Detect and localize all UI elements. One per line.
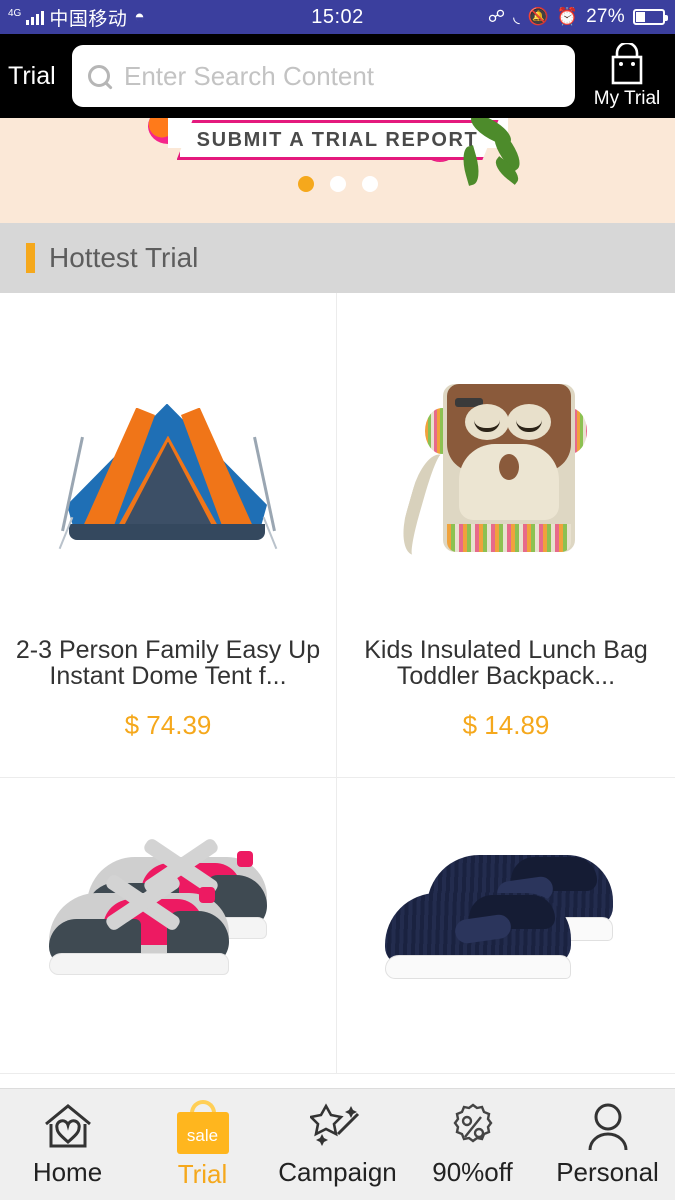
section-header-hottest-trial: Hottest Trial	[0, 223, 675, 293]
battery-icon	[633, 9, 668, 25]
section-title: Hottest Trial	[49, 242, 199, 273]
signal-bars-icon	[26, 9, 45, 25]
navy-slip-on-shoes-photo	[381, 851, 631, 1001]
sale-bag-icon-text: sale	[186, 1125, 219, 1145]
product-card-gray-pink-shoes[interactable]	[0, 778, 337, 1074]
status-bar: 4G 中国移动 ◓ 15:02 ☍ ◟ 🔕 ⏰ 27%	[0, 0, 675, 34]
tab-label: Personal	[556, 1156, 659, 1187]
carrier-label: 中国移动	[49, 8, 128, 30]
product-price: $ 74.39	[124, 710, 212, 740]
bluetooth-icon: ☍	[487, 7, 506, 26]
tab-campaign[interactable]: Campaign	[270, 1102, 405, 1188]
tab-personal[interactable]: Personal	[540, 1102, 675, 1188]
submit-trial-report-ribbon[interactable]: SUBMIT A TRIAL REPORT	[176, 120, 499, 160]
product-image-navy-shoes	[337, 778, 675, 1073]
product-card-lunch-bag[interactable]: Kids Insulated Lunch Bag Toddler Backpac…	[337, 293, 675, 778]
tab-90off[interactable]: 90%off	[405, 1102, 540, 1188]
product-card-navy-shoes[interactable]	[337, 778, 675, 1074]
search-icon	[88, 65, 110, 87]
app-header: Trial Enter Search Content My Trial	[0, 34, 675, 118]
gray-pink-mary-jane-shoes-photo	[43, 836, 293, 1001]
product-title: Kids Insulated Lunch Bag Toddler Backpac…	[364, 638, 648, 690]
percent-badge-icon	[453, 1103, 492, 1142]
product-price: $ 14.89	[462, 710, 550, 740]
tab-home[interactable]: Home	[0, 1102, 135, 1188]
home-heart-icon	[44, 1103, 91, 1147]
person-icon	[588, 1103, 627, 1150]
product-image-gray-pink-shoes	[0, 778, 336, 1073]
wifi-icon: ◓	[134, 7, 145, 26]
promo-banner-carousel[interactable]: SUBMIT A TRIAL REPORT	[0, 118, 675, 223]
headphone-icon: ◟	[513, 7, 520, 26]
alarm-icon: ⏰	[556, 7, 579, 26]
product-image-lunch-bag	[337, 293, 675, 638]
my-trial-label: My Trial	[593, 87, 661, 109]
tab-label: Campaign	[278, 1156, 397, 1187]
carousel-dot-3[interactable]	[361, 176, 378, 192]
search-bar[interactable]: Enter Search Content	[72, 45, 575, 107]
dome-tent-photo	[58, 376, 278, 556]
tab-label: 90%off	[432, 1156, 513, 1187]
search-input[interactable]: Enter Search Content	[124, 61, 374, 92]
shopping-bag-icon	[611, 42, 643, 84]
tab-label: Trial	[177, 1158, 228, 1189]
sale-bag-icon: sale	[176, 1099, 229, 1154]
battery-percent-label: 27%	[586, 6, 625, 27]
status-bar-right: ☍ ◟ 🔕 ⏰ 27%	[487, 6, 668, 28]
carousel-dot-1[interactable]	[297, 176, 314, 192]
status-bar-clock: 15:02	[311, 5, 364, 28]
network-type-label: 4G	[8, 7, 22, 19]
magic-wand-icon	[309, 1102, 359, 1146]
tab-trial[interactable]: sale Trial	[135, 1099, 270, 1190]
section-accent-bar	[26, 243, 35, 273]
my-trial-button[interactable]: My Trial	[585, 42, 669, 110]
status-bar-left: 4G 中国移动 ◓	[0, 4, 145, 31]
bottom-tab-bar: Home sale Trial Campaign 90%off Personal	[0, 1088, 675, 1200]
product-grid: 2-3 Person Family Easy Up Instant Dome T…	[0, 293, 675, 1074]
app-brand-label: Trial	[8, 61, 56, 90]
mute-icon: 🔕	[527, 7, 549, 26]
ribbon-label: SUBMIT A TRIAL REPORT	[196, 128, 479, 151]
app-screen: 4G 中国移动 ◓ 15:02 ☍ ◟ 🔕 ⏰ 27% Trial Enter …	[0, 0, 675, 1200]
carousel-pagination[interactable]	[297, 176, 378, 192]
monkey-lunch-bag-photo	[395, 358, 609, 574]
tab-label: Home	[32, 1156, 103, 1187]
product-title: 2-3 Person Family Easy Up Instant Dome T…	[15, 638, 321, 690]
carousel-dot-2[interactable]	[329, 176, 346, 192]
product-image-tent	[0, 293, 336, 638]
product-card-tent[interactable]: 2-3 Person Family Easy Up Instant Dome T…	[0, 293, 337, 778]
